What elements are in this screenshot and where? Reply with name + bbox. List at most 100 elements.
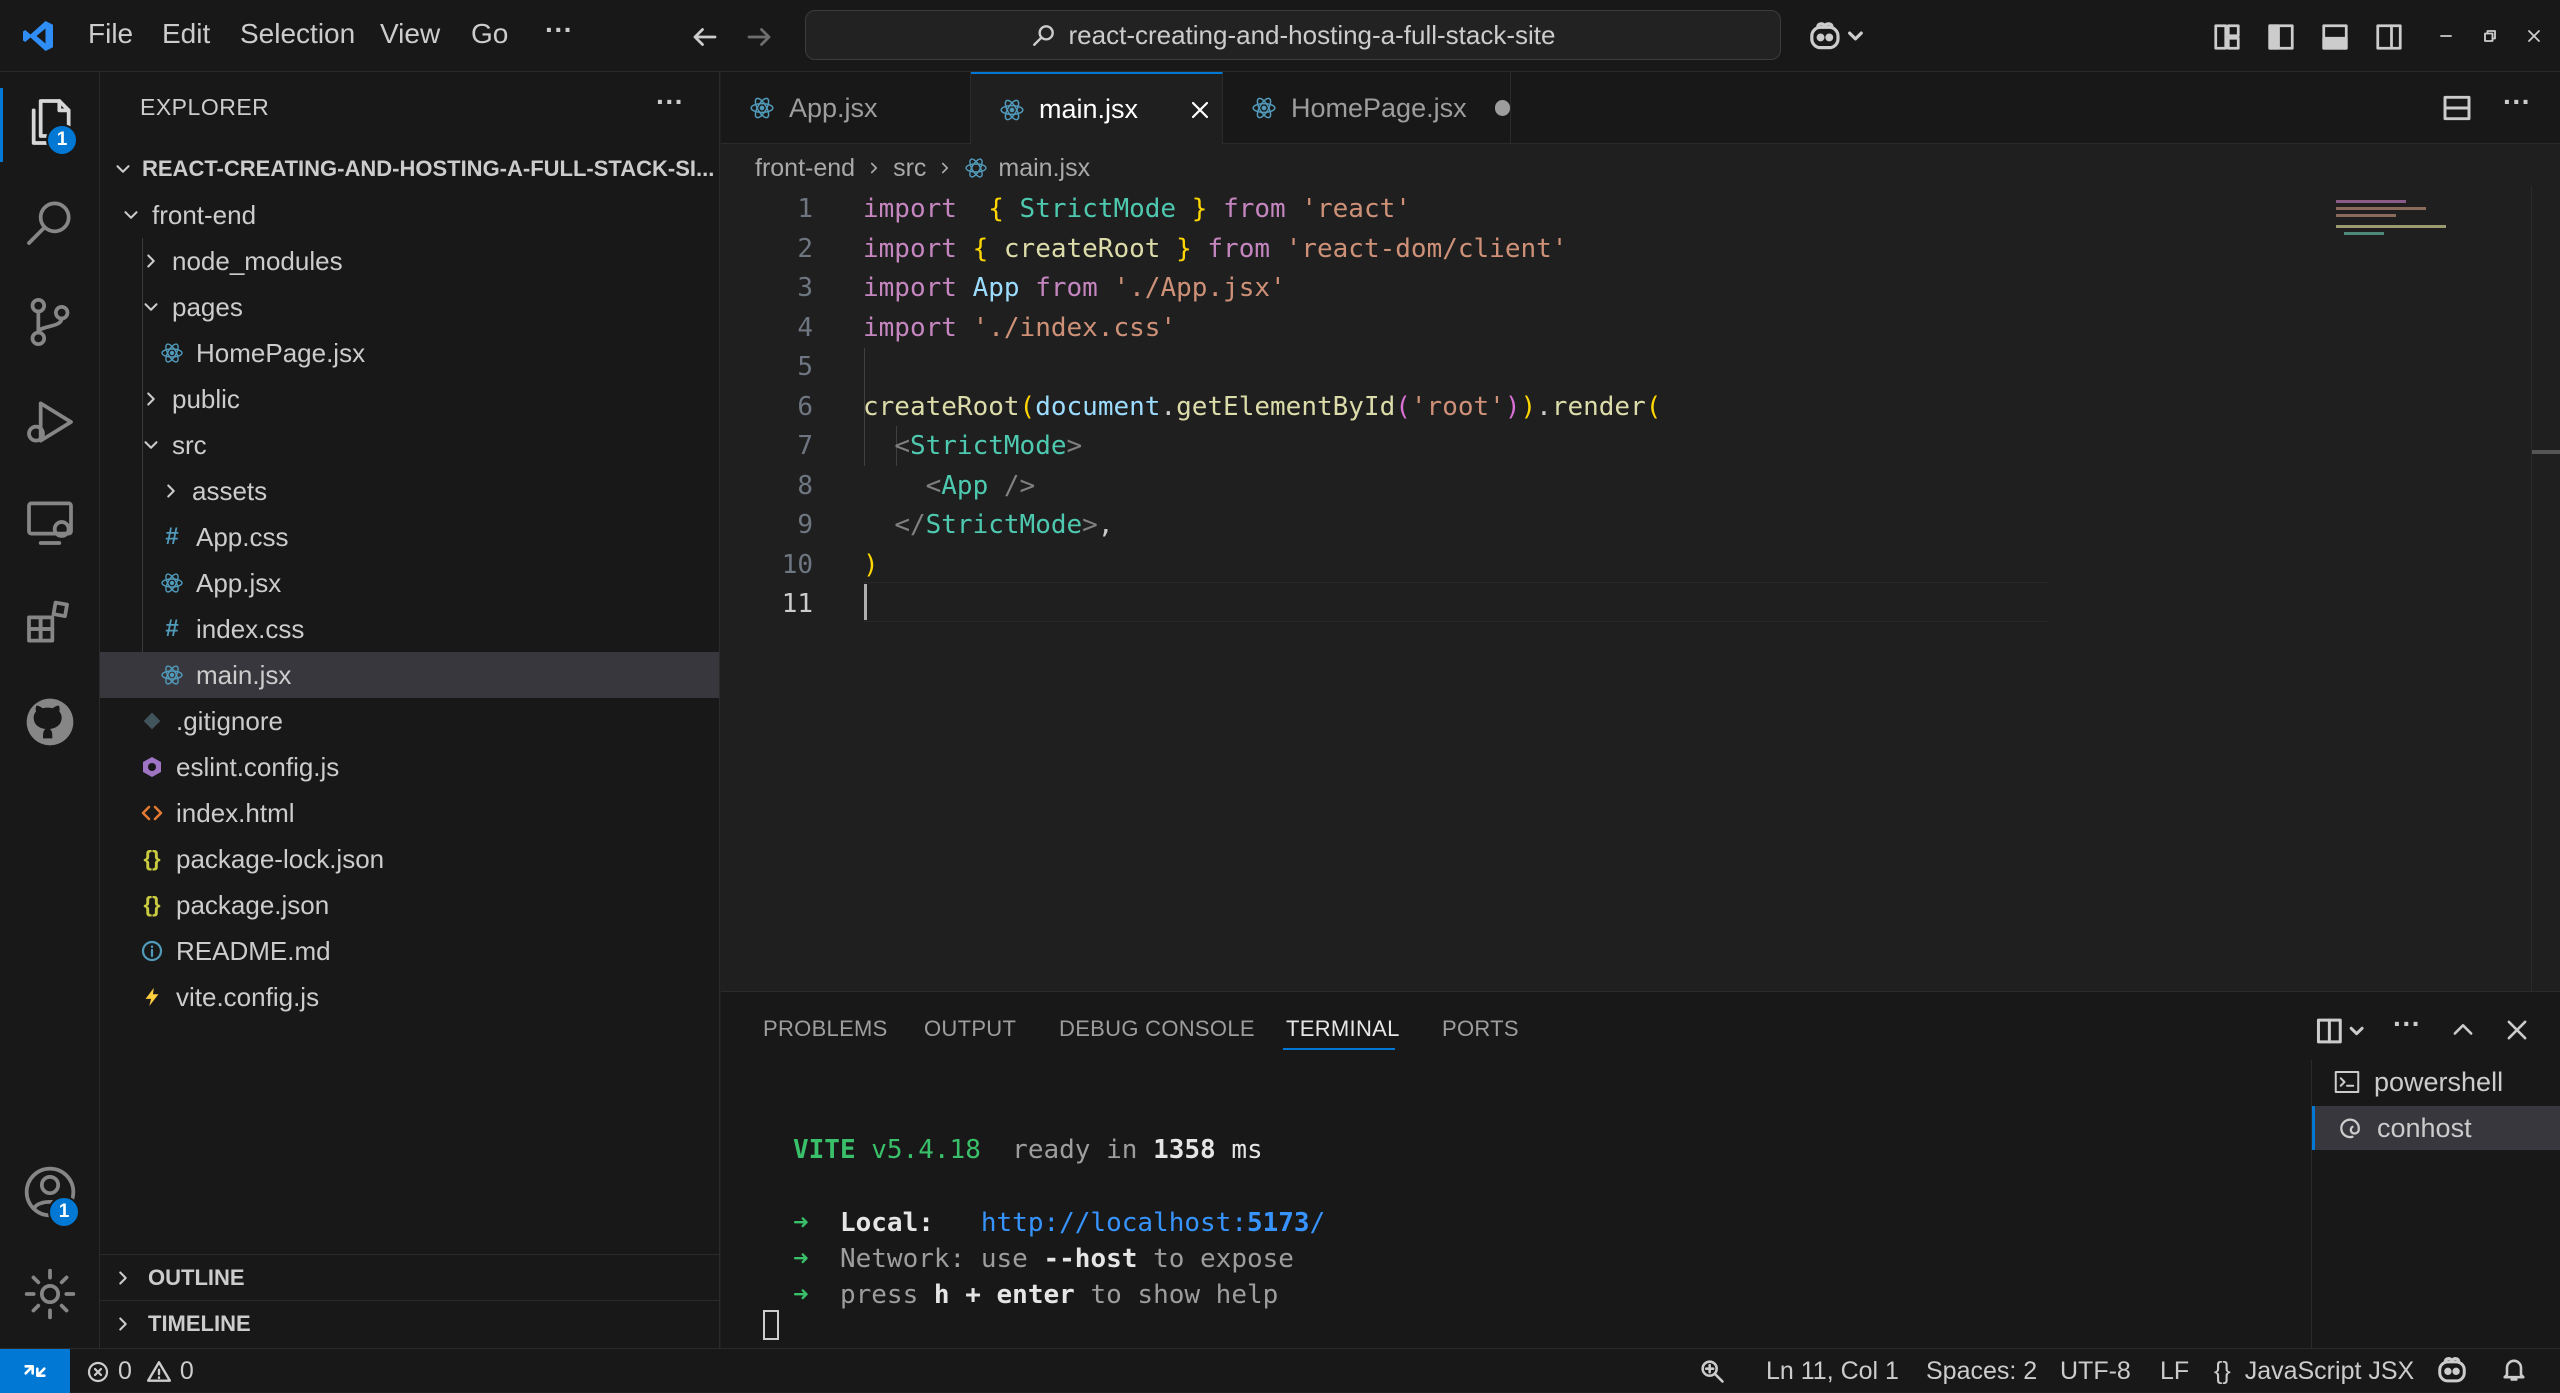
copilot-status-icon[interactable] xyxy=(2436,1355,2468,1385)
terminal-item-powershell[interactable]: powershell xyxy=(2312,1060,2560,1104)
explorer-icon[interactable]: 1 xyxy=(22,94,78,156)
panel-tab-output[interactable]: OUTPUT xyxy=(924,1016,1016,1042)
encoding-status[interactable]: UTF-8 xyxy=(2060,1357,2131,1386)
maximize-panel-icon[interactable] xyxy=(2449,1016,2477,1044)
code-token: . xyxy=(1536,391,1552,422)
search-view-icon[interactable] xyxy=(22,194,78,250)
breadcrumb-item[interactable]: front-end xyxy=(755,154,855,183)
close-tab-icon[interactable] xyxy=(1188,98,1212,122)
error-count: 0 xyxy=(118,1357,132,1385)
menu-selection[interactable]: Selection xyxy=(240,18,355,50)
indentation-status[interactable]: Spaces: 2 xyxy=(1926,1357,2037,1386)
toggle-sidebar-icon[interactable] xyxy=(2266,22,2296,52)
problems-status[interactable]: 0 0 xyxy=(86,1357,194,1386)
panel-tab-terminal[interactable]: TERMINAL xyxy=(1286,1016,1400,1042)
customize-layout-icon[interactable] xyxy=(2212,22,2242,52)
split-terminal-icon[interactable] xyxy=(2315,1016,2371,1046)
code-token: from xyxy=(1207,233,1271,264)
tree-item-index-css[interactable]: # index.css xyxy=(100,606,719,652)
menu-view[interactable]: View xyxy=(380,18,440,50)
local-url[interactable]: http://localhost:5173/ xyxy=(981,1208,1325,1238)
minimap[interactable] xyxy=(2336,196,2496,236)
terminal-item-conhost[interactable]: conhost xyxy=(2312,1106,2560,1150)
forward-arrow-icon[interactable] xyxy=(744,22,774,52)
tab-app-jsx[interactable]: App.jsx xyxy=(721,72,971,144)
workspace-root[interactable]: REACT-CREATING-AND-HOSTING-A-FULL-STACK-… xyxy=(100,146,719,192)
menu-file[interactable]: File xyxy=(88,18,133,50)
debian-swirl-icon xyxy=(2335,1113,2365,1143)
extensions-icon[interactable] xyxy=(22,594,78,650)
minimize-icon[interactable] xyxy=(2436,26,2456,46)
copilot-icon[interactable] xyxy=(1808,20,1868,52)
local-label: Local: xyxy=(839,1208,934,1238)
restore-icon[interactable] xyxy=(2480,26,2500,46)
tree-item-package-lock-json[interactable]: {} package-lock.json xyxy=(100,836,719,882)
close-panel-icon[interactable] xyxy=(2503,1016,2531,1044)
panel-tab-ports[interactable]: PORTS xyxy=(1442,1016,1519,1042)
breadcrumb-item[interactable]: src xyxy=(893,154,926,183)
tree-item-label: node_modules xyxy=(172,245,343,276)
editor-more-button[interactable]: ··· xyxy=(2503,86,2531,118)
line-number: 11 xyxy=(781,589,813,619)
tree-item-src[interactable]: src xyxy=(100,422,719,468)
tree-item-vite-config-js[interactable]: vite.config.js xyxy=(100,974,719,1020)
code-token: { xyxy=(988,194,1004,224)
tree-item-pages[interactable]: pages xyxy=(100,284,719,330)
outline-section[interactable]: OUTLINE xyxy=(100,1254,719,1300)
tab-main-jsx[interactable]: main.jsx xyxy=(971,72,1223,145)
menu-go[interactable]: Go xyxy=(471,18,508,50)
toggle-panel-icon[interactable] xyxy=(2320,22,2350,52)
remote-explorer-icon[interactable] xyxy=(22,494,78,550)
back-arrow-icon[interactable] xyxy=(690,22,720,52)
tree-item-app-jsx[interactable]: App.jsx xyxy=(100,560,719,606)
unsaved-dot-icon[interactable] xyxy=(1494,100,1510,116)
tab-homepage-jsx[interactable]: HomePage.jsx xyxy=(1223,72,1511,144)
code-token: App xyxy=(972,273,1020,303)
panel-more-button[interactable]: ··· xyxy=(2393,1008,2421,1040)
eol-status[interactable]: LF xyxy=(2160,1357,2189,1386)
tree-item-main-jsx[interactable]: main.jsx xyxy=(100,652,719,698)
outline-label: OUTLINE xyxy=(148,1264,245,1290)
tree-item-app-css[interactable]: # App.css xyxy=(100,514,719,560)
menu-edit[interactable]: Edit xyxy=(162,18,210,50)
react-icon xyxy=(160,341,184,365)
tree-item-public[interactable]: public xyxy=(100,376,719,422)
toggle-secondary-sidebar-icon[interactable] xyxy=(2374,22,2404,52)
command-center-search[interactable]: react-creating-and-hosting-a-full-stack-… xyxy=(805,10,1781,60)
timeline-section[interactable]: TIMELINE xyxy=(100,1300,719,1346)
tree-item-assets[interactable]: assets xyxy=(100,468,719,514)
tree-item-node-modules[interactable]: node_modules xyxy=(100,238,719,284)
tree-item-front-end[interactable]: front-end xyxy=(100,192,719,238)
more-menus-button[interactable]: ··· xyxy=(545,14,573,46)
workspace-root-label: REACT-CREATING-AND-HOSTING-A-FULL-STACK-… xyxy=(142,156,715,181)
status-bar: 0 0 Ln 11, Col 1 Spaces: 2 UTF-8 LF {} J… xyxy=(0,1348,2560,1393)
panel-tab-debug-console[interactable]: DEBUG CONSOLE xyxy=(1059,1016,1255,1042)
notifications-bell-icon[interactable] xyxy=(2500,1355,2528,1383)
tree-item-readme-md[interactable]: README.md xyxy=(100,928,719,974)
remote-indicator[interactable] xyxy=(0,1349,70,1393)
tree-item-homepage-jsx[interactable]: HomePage.jsx xyxy=(100,330,719,376)
zoom-icon[interactable] xyxy=(1698,1357,1726,1385)
panel-tab-problems[interactable]: PROBLEMS xyxy=(763,1016,888,1042)
accounts-icon[interactable]: 1 xyxy=(22,1164,80,1228)
code-editor[interactable]: 1 import { StrictMode } from 'react' 2 impo… xyxy=(721,186,2560,991)
cursor-position[interactable]: Ln 11, Col 1 xyxy=(1766,1357,1899,1386)
tree-item-package-json[interactable]: {} package.json xyxy=(100,882,719,928)
source-control-icon[interactable] xyxy=(22,294,78,350)
hash-css-icon: # xyxy=(165,523,179,550)
editor-scrollbar[interactable] xyxy=(2531,186,2560,991)
tree-item-label: App.css xyxy=(196,521,289,552)
split-editor-icon[interactable] xyxy=(2441,92,2473,124)
accounts-badge: 1 xyxy=(48,1196,80,1228)
tree-item-gitignore[interactable]: .gitignore xyxy=(100,698,719,744)
manage-gear-icon[interactable] xyxy=(22,1266,78,1322)
tree-item-eslint-config-js[interactable]: eslint.config.js xyxy=(100,744,719,790)
github-icon[interactable] xyxy=(22,694,78,750)
run-debug-icon[interactable] xyxy=(22,394,78,450)
breadcrumb-item[interactable]: main.jsx xyxy=(998,154,1090,183)
close-window-icon[interactable] xyxy=(2524,26,2544,46)
language-mode[interactable]: {} JavaScript JSX xyxy=(2214,1357,2414,1386)
explorer-more-button[interactable]: ··· xyxy=(656,86,684,118)
tree-item-index-html[interactable]: index.html xyxy=(100,790,719,836)
